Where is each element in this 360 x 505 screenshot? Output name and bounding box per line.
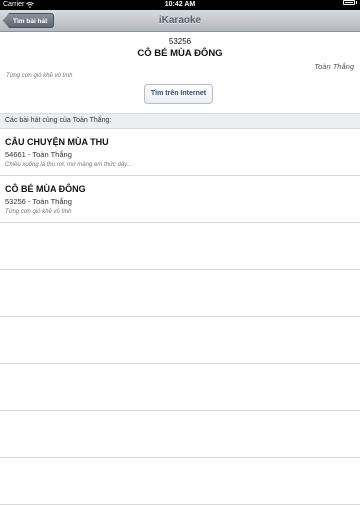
song-item-title: CÔ BÉ MÙA ĐÔNG bbox=[5, 184, 86, 194]
battery-icon bbox=[343, 0, 357, 5]
status-bar: Carrier 10:42 AM bbox=[0, 0, 360, 10]
search-internet-button[interactable]: Tìm trên Internet bbox=[144, 84, 213, 104]
nav-title: iKaraoke bbox=[158, 15, 202, 26]
song-number: 53256 bbox=[168, 37, 192, 46]
song-lyric: Từng cơn gió khẽ vô tình bbox=[6, 73, 73, 79]
song-item-lyric: Từng cơn gió khẽ vô tình bbox=[5, 209, 72, 215]
song-artist: Toàn Thắng bbox=[314, 62, 354, 71]
empty-table-row bbox=[0, 317, 360, 364]
song-item-subtitle: 53256 - Toàn Thắng bbox=[5, 197, 72, 206]
song-list: CÂU CHUYỆN MÙA THU 54661 - Toàn Thắng Ch… bbox=[0, 129, 360, 505]
navigation-bar: Tìm bài hát iKaraoke bbox=[0, 10, 360, 32]
empty-table-row bbox=[0, 364, 360, 411]
empty-table-row bbox=[0, 411, 360, 458]
song-item-title: CÂU CHUYỆN MÙA THU bbox=[5, 137, 109, 147]
song-item-subtitle: 54661 - Toàn Thắng bbox=[5, 150, 72, 159]
empty-table-row bbox=[0, 270, 360, 317]
song-list-item[interactable]: CÔ BÉ MÙA ĐÔNG 53256 - Toàn Thắng Từng c… bbox=[0, 176, 360, 223]
song-detail-header: 53256 CÔ BÉ MÙA ĐÔNG Toàn Thắng Từng cơn… bbox=[0, 32, 360, 112]
song-list-item[interactable]: CÂU CHUYỆN MÙA THU 54661 - Toàn Thắng Ch… bbox=[0, 129, 360, 176]
status-time: 10:42 AM bbox=[164, 1, 196, 8]
section-header: Các bài hát cùng của Toàn Thắng: bbox=[0, 113, 360, 129]
empty-table-row bbox=[0, 223, 360, 270]
empty-table-row bbox=[0, 458, 360, 505]
song-title: CÔ BÉ MÙA ĐÔNG bbox=[137, 48, 223, 59]
song-item-lyric: Chiều xuống lá thu rơi, mơ màng em thức … bbox=[5, 162, 132, 168]
